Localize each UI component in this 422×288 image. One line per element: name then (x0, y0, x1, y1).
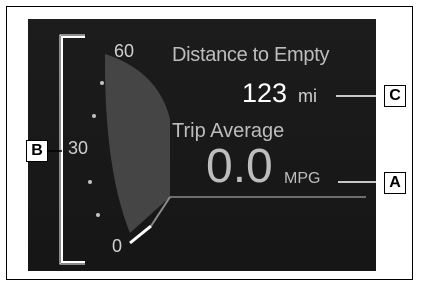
gauge-arc (104, 54, 170, 233)
scale-dot (88, 180, 92, 184)
callout-b: B (26, 140, 48, 162)
distance-to-empty-label: Distance to Empty (172, 44, 330, 66)
distance-to-empty-value: 123 (242, 78, 288, 108)
distance-to-empty-unit: mi (298, 86, 317, 106)
callout-a: A (384, 172, 406, 194)
fuel-economy-display: 60 30 0 Distance to Empty 123 mi Trip Av… (28, 19, 376, 271)
scale-dot (100, 81, 104, 85)
callout-c: C (384, 85, 406, 107)
trip-average-unit: MPG (284, 170, 321, 187)
scale-dot (92, 114, 96, 118)
scale-min-label: 0 (112, 236, 123, 256)
scale-max-label: 60 (114, 41, 135, 61)
scale-mid-label: 30 (68, 138, 89, 158)
trip-average-value: 0.0 (206, 140, 273, 193)
scale-dot (96, 213, 100, 217)
